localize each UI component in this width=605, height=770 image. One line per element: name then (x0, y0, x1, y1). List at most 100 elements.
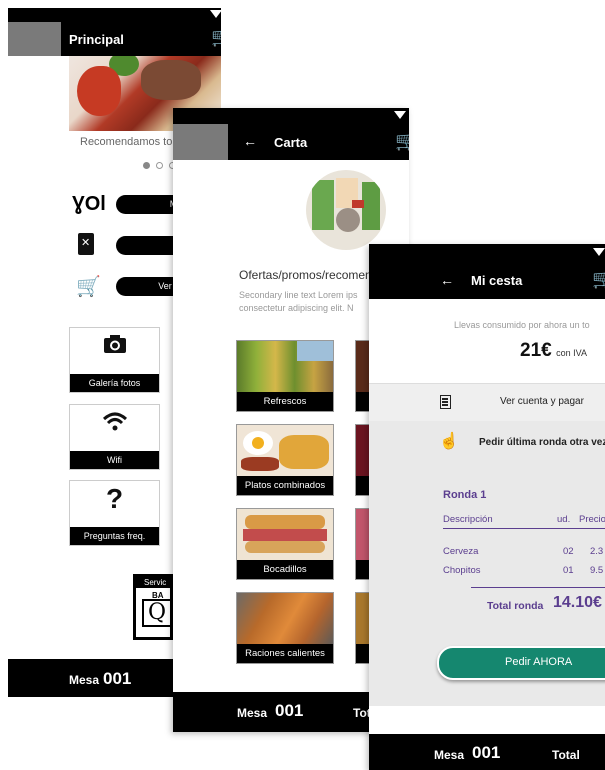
item-name: Chopitos (443, 565, 481, 576)
camera-icon (70, 334, 159, 360)
logo-text: Q (142, 599, 174, 627)
bar-logo: Servic BA Q (133, 574, 178, 640)
page-title: Principal (69, 32, 124, 47)
consumed-text: Llevas consumido por ahora un to (454, 320, 590, 330)
meat-shape (241, 457, 279, 471)
ver-cuenta-row[interactable]: Ver cuenta y pagar (369, 383, 605, 422)
logo-text: Servic (136, 577, 178, 588)
item-name: Cerveza (443, 546, 479, 557)
carousel-dot[interactable] (156, 162, 163, 169)
col-descripcion: Descripción (443, 514, 493, 525)
item-price: 2.3 (590, 546, 604, 557)
wifi-status-icon (593, 248, 605, 256)
mesa-label: Mesa (434, 748, 465, 762)
app-bar: Principal 🛒 (8, 8, 221, 56)
tile-label: Wifi (70, 451, 159, 469)
pedir-ultima-row[interactable]: ☝ Pedir última ronda otra vez (369, 429, 605, 457)
category-image (237, 341, 333, 392)
category-image (237, 509, 333, 560)
category-tile-raciones-calientes[interactable]: Raciones calientes (236, 592, 334, 664)
ronda-title: Ronda 1 (443, 489, 487, 501)
fries-shape (279, 435, 329, 469)
col-ud: ud. (557, 514, 571, 525)
secondary-text: Secondary line text Lorem ips (239, 290, 358, 300)
category-tile-refrescos[interactable]: Refrescos (236, 340, 334, 412)
category-tile-bocadillos[interactable]: Bocadillos (236, 508, 334, 580)
banner-caption: Recomendamos to (80, 136, 173, 148)
vat-label: con IVA (556, 348, 588, 358)
question-icon: ? (105, 483, 124, 514)
cart-icon[interactable]: 🛒 (395, 132, 409, 150)
category-label: Refrescos (237, 392, 333, 411)
menu-panel (362, 182, 380, 230)
mesa-label: Mesa (237, 706, 268, 720)
menu-panel (312, 180, 334, 230)
item-price: 9.5 (590, 565, 604, 576)
bread-bottom (245, 541, 325, 553)
header-divider (443, 528, 605, 529)
mesa-number: 001 (275, 701, 304, 720)
consumed-amount: 21€ con IVA (520, 340, 587, 362)
cart-icon[interactable]: 🛒 (211, 28, 221, 46)
receipt-icon (440, 395, 451, 409)
nav-placeholder (8, 22, 61, 56)
carousel-dot-active[interactable] (143, 162, 150, 169)
nav-placeholder (173, 124, 228, 160)
tomato-shape (77, 66, 121, 116)
order-panel: ☝ Pedir última ronda otra vez Ronda 1 De… (369, 421, 605, 706)
app-bar: ← Mi cesta 🛒 (369, 244, 605, 299)
ver-cuenta-label: Ver cuenta y pagar (500, 396, 584, 407)
item-qty: 02 (563, 546, 574, 557)
total-label: Total (552, 748, 580, 762)
category-image (237, 593, 333, 644)
page-title: Carta (274, 135, 308, 150)
hand-icon: ☝ (439, 433, 459, 450)
app-bar: ← Carta 🛒 (173, 108, 409, 160)
anchovy-shape (141, 60, 201, 100)
cutlery-icon: ƔOl (72, 193, 106, 215)
bowl-shape (336, 208, 360, 232)
amount-value: 21€ (520, 340, 552, 361)
pedir-ultima-label: Pedir última ronda otra vez (479, 437, 605, 448)
category-label: Bocadillos (237, 560, 333, 579)
back-arrow-icon[interactable]: ← (440, 272, 454, 288)
secondary-text: consectetur adipiscing elit. N (239, 303, 354, 313)
bread-top (245, 515, 325, 529)
mesa-number: 001 (472, 743, 501, 762)
menu-logo (352, 200, 364, 208)
item-qty: 01 (563, 565, 574, 576)
pedir-ahora-label: Pedir AHORA (505, 656, 573, 668)
menu-book-icon: ✕ (78, 233, 94, 255)
ronda-card: Ronda 1 Descripción ud. Precio Cerveza 0… (369, 469, 605, 659)
total-divider (471, 587, 605, 588)
tile-label: Preguntas freq. (70, 527, 159, 545)
egg-shape (243, 431, 273, 455)
faq-tile[interactable]: ? Preguntas freq. (69, 480, 160, 546)
back-arrow-icon[interactable]: ← (243, 133, 257, 149)
category-tile-platos-combinados[interactable]: Platos combinados (236, 424, 334, 496)
total-ronda-label: Total ronda (487, 600, 544, 612)
screen-mi-cesta: ← Mi cesta 🛒 Llevas consumido por ahora … (369, 244, 605, 770)
cart-icon: 🛒 (76, 276, 101, 298)
wifi-status-icon (210, 10, 221, 18)
wifi-status-icon (394, 111, 406, 119)
col-precio: Precio (579, 514, 605, 525)
category-label: Platos combinados (237, 476, 333, 495)
category-image (237, 425, 333, 476)
bottom-bar: Mesa 001 Total (369, 734, 605, 770)
mesa-label: Mesa (69, 673, 100, 687)
ham-layer (243, 529, 327, 541)
wifi-icon (70, 411, 159, 439)
mesa-number: 001 (103, 669, 132, 688)
carta-cover-image (306, 170, 386, 250)
tile-label: Galería fotos (70, 374, 159, 392)
category-label: Raciones calientes (237, 644, 333, 663)
pedir-ahora-button[interactable]: Pedir AHORA (437, 646, 605, 680)
sky-background (297, 341, 333, 361)
total-ronda-value: 14.10€ (553, 594, 602, 611)
cart-icon[interactable]: 🛒 (592, 270, 605, 288)
section-title: Ofertas/promos/recomen (239, 268, 372, 282)
page-title: Mi cesta (471, 273, 523, 288)
gallery-tile[interactable]: Galería fotos (69, 327, 160, 393)
wifi-tile[interactable]: Wifi (69, 404, 160, 470)
